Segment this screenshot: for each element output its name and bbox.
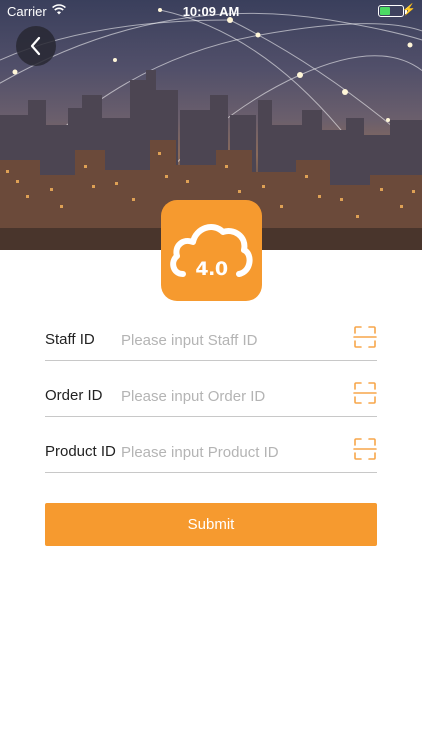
lookup-form: Staff ID Order ID Product ID [45, 312, 377, 480]
status-time: 10:09 AM [182, 4, 240, 19]
scan-icon[interactable] [353, 381, 377, 405]
status-bar: Carrier 10:09 AM ⚡ [0, 0, 422, 22]
order-id-label: Order ID [45, 387, 103, 404]
order-id-input[interactable] [121, 383, 343, 409]
product-id-label: Product ID [45, 443, 116, 460]
submit-button[interactable]: Submit [45, 503, 377, 546]
logo-version-text: 4.0 [195, 258, 228, 280]
app-logo: 4.0 [161, 200, 262, 301]
back-button[interactable] [16, 26, 56, 66]
scan-icon[interactable] [353, 325, 377, 349]
scan-icon[interactable] [353, 437, 377, 461]
cloud-icon [170, 224, 253, 277]
staff-id-label: Staff ID [45, 331, 95, 348]
staff-id-input[interactable] [121, 327, 343, 353]
chevron-left-icon [30, 36, 41, 56]
order-id-row: Order ID [45, 368, 377, 417]
charging-bolt-icon: ⚡ [402, 4, 416, 16]
product-id-input[interactable] [121, 439, 343, 465]
product-id-row: Product ID [45, 424, 377, 473]
staff-id-row: Staff ID [45, 312, 377, 361]
battery-icon [378, 5, 407, 17]
